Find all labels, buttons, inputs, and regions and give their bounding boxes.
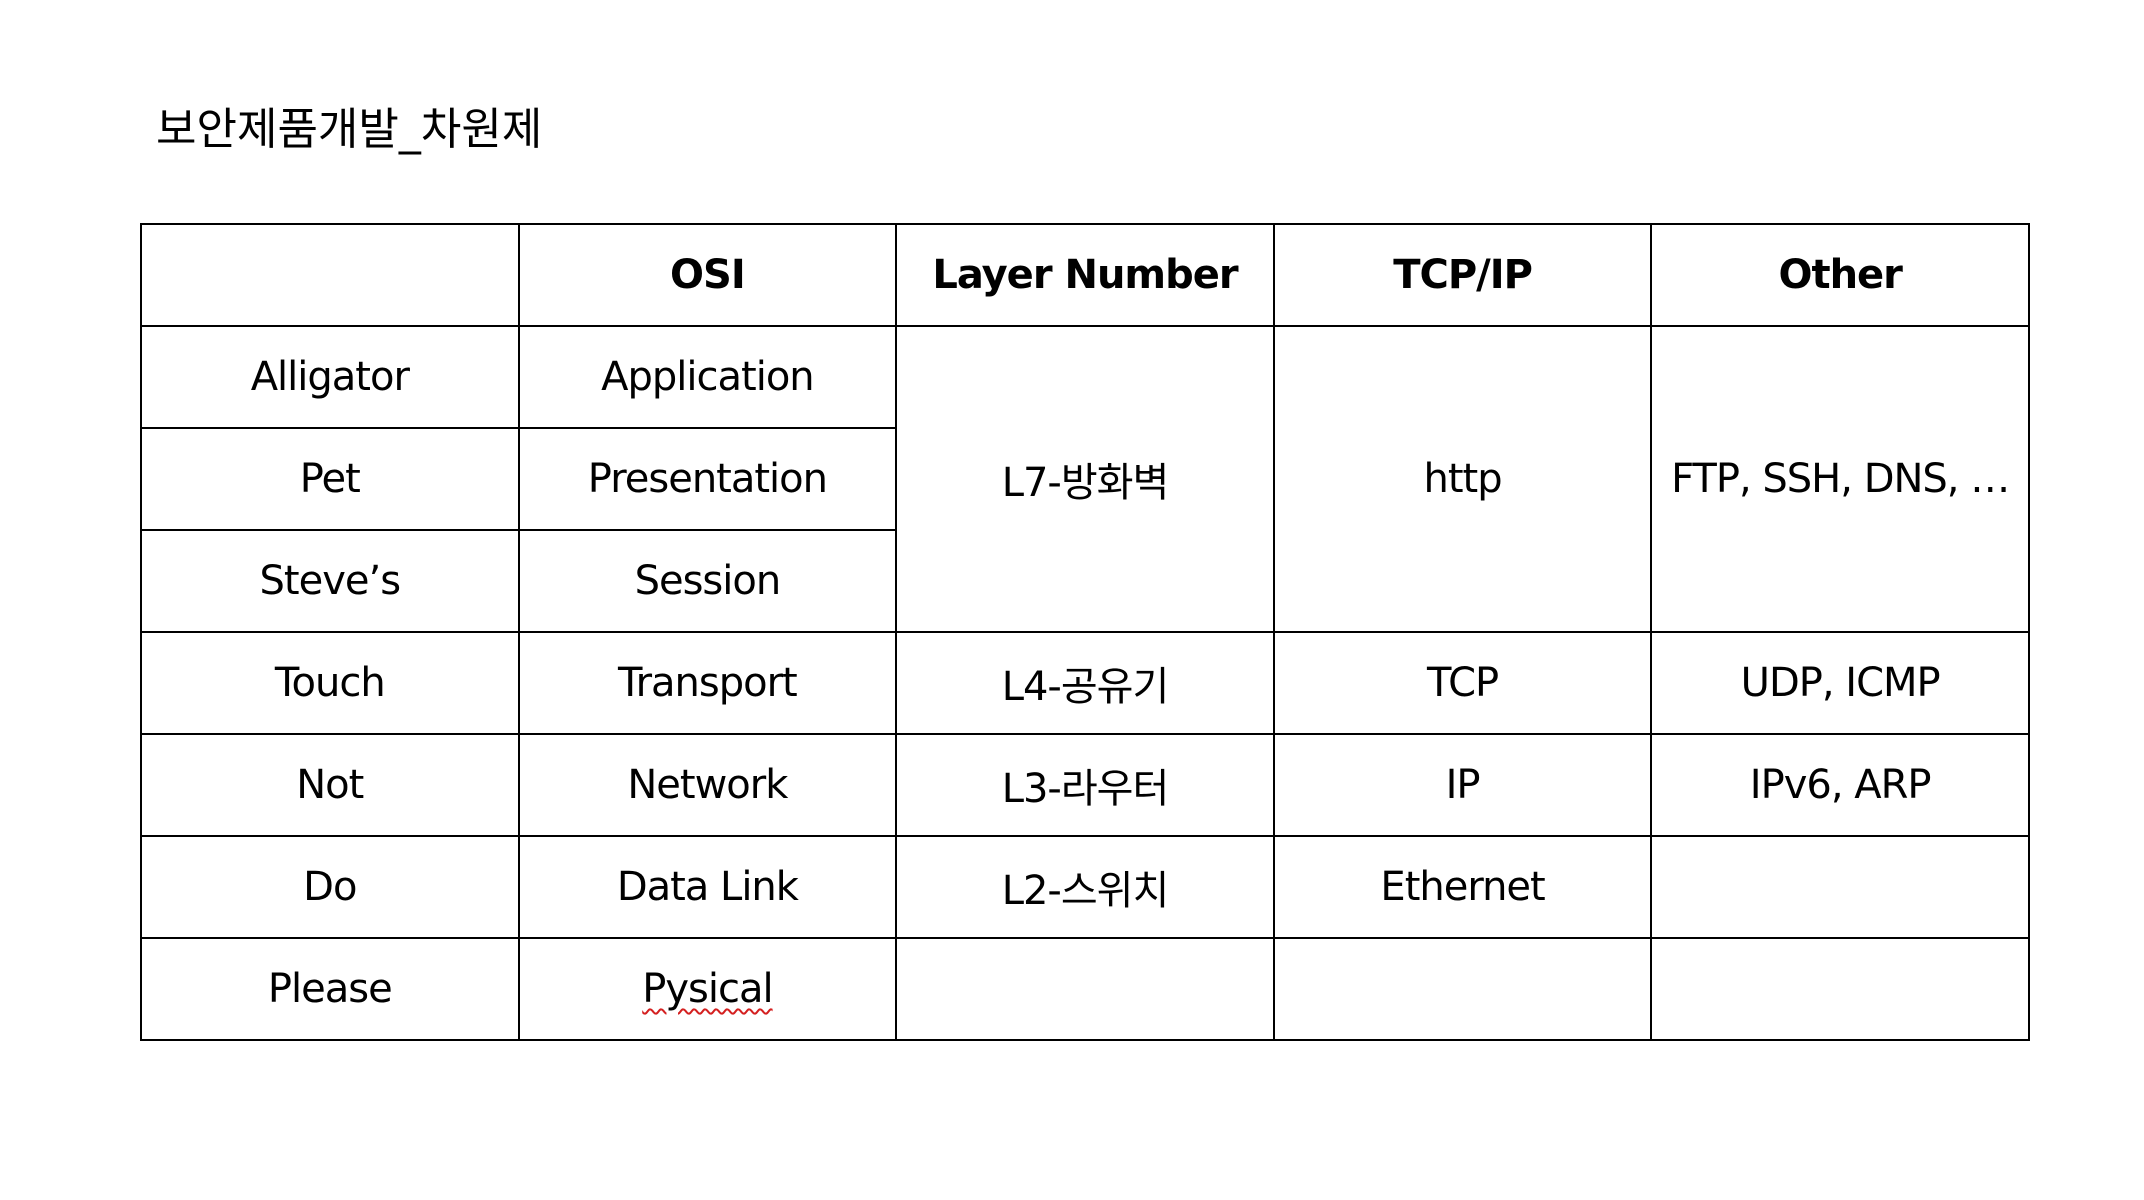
other-protocols-cell: UDP, ICMP [1650,631,2030,735]
osi-layer-cell: Pysical [517,937,898,1041]
osi-layer-cell: Network [517,733,898,837]
other-protocols-cell: FTP, SSH, DNS, … [1650,325,2030,633]
table-row: Please Pysical [140,937,2030,1041]
table-row: Alligator Application L7-방화벽 http FTP, S… [140,325,2030,633]
header-cell-tcp-ip: TCP/IP [1272,223,1653,327]
osi-layer-cell: Session [517,529,898,633]
tcp-ip-cell: TCP [1272,631,1653,735]
layer-number-cell: L2-스위치 [895,835,1275,939]
table-header-row: OSI Layer Number TCP/IP Other [140,223,2030,327]
table-row: Do Data Link L2-스위치 Ethernet [140,835,2030,939]
table-row: Not Network L3-라우터 IP IPv6, ARP [140,733,2030,837]
mnemonic-cell: Touch [140,631,520,735]
misspelled-word[interactable]: Pysical [642,966,773,1012]
other-protocols-cell [1650,835,2030,939]
osi-layer-table: OSI Layer Number TCP/IP Other Alligator … [140,223,2030,1041]
osi-layer-cell: Presentation [517,427,898,531]
tcp-ip-cell: http [1272,325,1653,633]
mnemonic-cell: Please [140,937,520,1041]
mnemonic-cell: Pet [140,427,520,531]
layer-number-cell: L4-공유기 [895,631,1275,735]
other-protocols-cell: IPv6, ARP [1650,733,2030,837]
tcp-ip-cell: Ethernet [1272,835,1653,939]
layer-number-cell: L7-방화벽 [895,325,1275,633]
other-protocols-cell [1650,937,2030,1041]
layer-number-cell: L3-라우터 [895,733,1275,837]
mnemonic-cell: Steve’s [140,529,520,633]
table-row: Touch Transport L4-공유기 TCP UDP, ICMP [140,631,2030,735]
osi-layer-cell: Application [517,325,898,429]
layer-number-cell [895,937,1275,1041]
tcp-ip-cell [1272,937,1653,1041]
page-title: 보안제품개발_차원제 [156,104,543,155]
header-cell-osi: OSI [517,223,898,327]
tcp-ip-cell: IP [1272,733,1653,837]
mnemonic-cell: Alligator [140,325,520,429]
header-cell-layer-number: Layer Number [895,223,1275,327]
header-cell-other: Other [1650,223,2030,327]
header-cell-mnemonic [140,223,520,327]
mnemonic-cell: Not [140,733,520,837]
osi-layer-cell: Transport [517,631,898,735]
osi-layer-cell: Data Link [517,835,898,939]
mnemonic-cell: Do [140,835,520,939]
